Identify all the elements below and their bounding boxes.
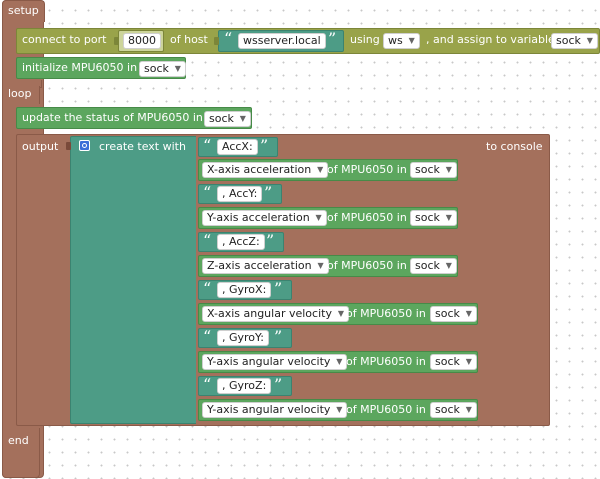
loop-label: loop (8, 87, 32, 100)
sensor-variable-dropdown[interactable]: sock ▼ (430, 402, 477, 418)
chevron-down-icon: ▼ (174, 64, 181, 73)
sensor-variable-value: sock (435, 403, 460, 416)
chevron-down-icon: ▼ (586, 36, 593, 45)
quote-open-icon: “ (203, 375, 212, 394)
of-mpu-label: of MPU6050 in (327, 163, 407, 176)
init-label: initialize MPU6050 in (22, 61, 138, 74)
of-mpu-label: of MPU6050 in (346, 403, 426, 416)
quote-close-icon: ” (274, 327, 283, 346)
text-value[interactable]: , GyroZ: (217, 378, 272, 394)
quote-close-icon: ” (266, 231, 275, 250)
measure-value: X-axis angular velocity (207, 307, 332, 320)
chevron-down-icon: ▼ (465, 309, 472, 318)
measure-dropdown[interactable]: X-axis acceleration ▼ (202, 162, 329, 178)
init-variable-value: sock (144, 62, 169, 75)
host-input[interactable]: wsserver.local (238, 33, 326, 49)
sensor-variable-dropdown[interactable]: sock ▼ (410, 162, 457, 178)
quote-close-icon: ” (260, 136, 269, 155)
measure-value: Y-axis angular velocity (207, 355, 331, 368)
sensor-variable-value: sock (435, 307, 460, 320)
connector-tab (114, 37, 119, 45)
update-label: update the status of MPU6050 in (22, 111, 203, 124)
sensor-variable-value: sock (415, 163, 440, 176)
of-host-label: of host (170, 33, 208, 46)
sensor-variable-dropdown[interactable]: sock ▼ (410, 258, 457, 274)
chevron-down-icon: ▼ (317, 261, 324, 270)
host-quote-close-icon: ” (328, 29, 337, 48)
chevron-down-icon: ▼ (408, 36, 415, 45)
of-mpu-label: of MPU6050 in (346, 355, 426, 368)
chevron-down-icon: ▼ (336, 357, 343, 366)
connector-tab (214, 37, 219, 45)
chevron-down-icon: ▼ (337, 309, 344, 318)
quote-close-icon: ” (274, 279, 283, 298)
of-mpu-label: of MPU6050 in (346, 307, 426, 320)
connect-prefix-label: connect to port (22, 33, 107, 46)
measure-dropdown[interactable]: Y-axis angular velocity ▼ (202, 354, 348, 370)
chevron-down-icon: ▼ (445, 165, 452, 174)
text-value[interactable]: , AccY: (217, 186, 263, 202)
sensor-variable-value: sock (415, 211, 440, 224)
sensor-variable-value: sock (415, 259, 440, 272)
chevron-down-icon: ▼ (239, 114, 246, 123)
assign-label: , and assign to variable (426, 33, 555, 46)
measure-dropdown[interactable]: X-axis angular velocity ▼ (202, 306, 349, 322)
chevron-down-icon: ▼ (317, 165, 324, 174)
chevron-down-icon: ▼ (315, 213, 322, 222)
sensor-variable-dropdown[interactable]: sock ▼ (410, 210, 457, 226)
connector-tab (66, 142, 71, 150)
text-value[interactable]: , GyroX: (217, 282, 272, 298)
measure-value: Y-axis acceleration (207, 211, 310, 224)
protocol-dropdown[interactable]: ws ▼ (383, 33, 420, 49)
update-variable-dropdown[interactable]: sock ▼ (204, 111, 251, 127)
output-label: output (22, 140, 59, 153)
setup-label: setup (8, 4, 39, 17)
measure-dropdown[interactable]: Z-axis acceleration ▼ (202, 258, 329, 274)
chevron-down-icon: ▼ (465, 357, 472, 366)
measure-value: Y-axis angular velocity (207, 403, 331, 416)
quote-open-icon: “ (203, 183, 212, 202)
quote-open-icon: “ (203, 136, 212, 155)
chevron-down-icon: ▼ (445, 261, 452, 270)
end-label: end (8, 434, 29, 447)
protocol-value: ws (388, 34, 403, 47)
measure-dropdown[interactable]: Y-axis acceleration ▼ (202, 210, 327, 226)
text-value[interactable]: , AccZ: (217, 234, 265, 250)
quote-close-icon: ” (274, 375, 283, 394)
measure-dropdown[interactable]: Y-axis angular velocity ▼ (202, 402, 348, 418)
update-variable-value: sock (209, 112, 234, 125)
host-quote-open-icon: “ (224, 29, 233, 48)
chevron-down-icon: ▼ (445, 213, 452, 222)
text-value[interactable]: AccX: (217, 139, 258, 155)
gear-icon[interactable] (79, 140, 90, 151)
to-console-label: to console (486, 140, 543, 153)
measure-value: Z-axis acceleration (207, 259, 312, 272)
create-text-label: create text with (99, 140, 186, 153)
sensor-variable-dropdown[interactable]: sock ▼ (430, 306, 477, 322)
connect-variable-value: sock (556, 34, 581, 47)
quote-open-icon: “ (203, 327, 212, 346)
connect-variable-dropdown[interactable]: sock ▼ (551, 33, 598, 49)
using-label: using (350, 33, 380, 46)
quote-close-icon: ” (264, 183, 273, 202)
text-value[interactable]: , GyroY: (217, 330, 270, 346)
port-input[interactable]: 8000 (123, 33, 161, 49)
chevron-down-icon: ▼ (465, 405, 472, 414)
measure-value: X-axis acceleration (207, 163, 312, 176)
quote-open-icon: “ (203, 279, 212, 298)
sensor-variable-value: sock (435, 355, 460, 368)
init-variable-dropdown[interactable]: sock ▼ (139, 61, 186, 77)
of-mpu-label: of MPU6050 in (327, 259, 407, 272)
quote-open-icon: “ (203, 231, 212, 250)
sensor-variable-dropdown[interactable]: sock ▼ (430, 354, 477, 370)
chevron-down-icon: ▼ (336, 405, 343, 414)
of-mpu-label: of MPU6050 in (327, 211, 407, 224)
